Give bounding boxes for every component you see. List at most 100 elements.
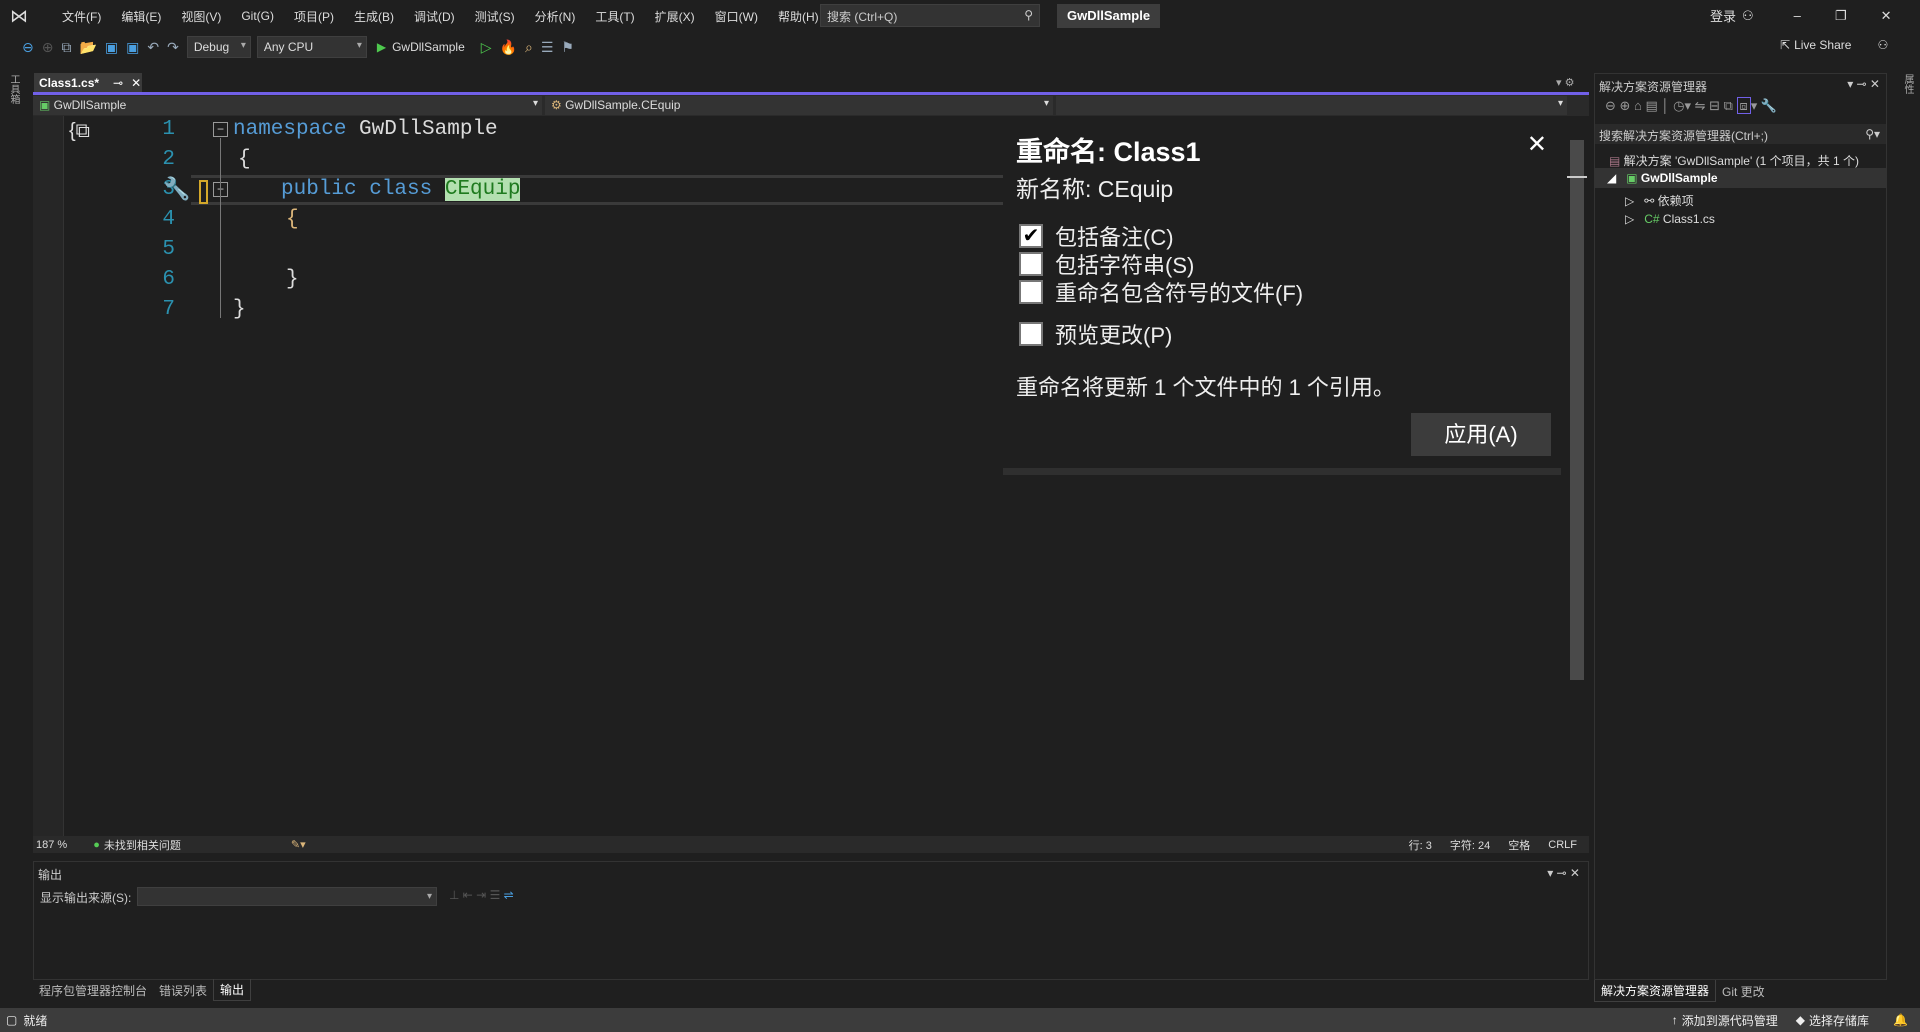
search-placeholder: 搜索解决方案资源管理器(Ctrl+;) — [1599, 129, 1768, 143]
member-dropdown[interactable]: ▾ — [1056, 96, 1567, 115]
menu-item[interactable]: 工具(T) — [595, 8, 634, 25]
bookmark-icon[interactable]: ⚑ — [561, 39, 574, 56]
close-window-button[interactable]: ✕ — [1881, 8, 1892, 24]
menu-item[interactable]: 生成(B) — [354, 8, 394, 25]
cleanup-icon[interactable]: ✎▾ — [291, 838, 306, 851]
output-source-select[interactable] — [137, 887, 437, 906]
tree-class1[interactable]: ▷ C# Class1.cs — [1625, 212, 1715, 226]
config-value: Debug — [193, 40, 230, 54]
line-number: 1 — [162, 118, 175, 141]
run-without-debug-icon[interactable]: ▷ — [481, 39, 492, 56]
type-dropdown[interactable]: ⚙ GwDllSample.CEquip ▾ — [545, 96, 1053, 115]
menu-item[interactable]: 编辑(E) — [121, 8, 161, 25]
new-project-icon[interactable]: ⧉ — [61, 39, 71, 56]
namespace-name: GwDllSample — [346, 118, 498, 141]
checkbox-unchecked[interactable] — [1019, 322, 1043, 346]
run-target-button[interactable]: GwDllSample — [392, 40, 465, 54]
maximize-button[interactable]: ❐ — [1835, 8, 1847, 24]
project-dropdown[interactable]: ▣ GwDllSample ▾ — [33, 96, 542, 115]
save-icon[interactable]: ▣ — [105, 39, 118, 56]
tab-class1[interactable]: Class1.cs* ⊸ ✕ — [34, 73, 142, 93]
add-source-control-button[interactable]: 添加到源代码管理 — [1682, 1012, 1778, 1029]
csharp-file-icon: C# — [1644, 212, 1663, 226]
dependencies-icon: ⚯ — [1644, 194, 1658, 208]
preview-changes-checkbox[interactable]: 预览更改(P) — [1019, 318, 1172, 350]
vertical-scrollbar[interactable] — [1567, 116, 1587, 836]
rename-summary: 重命名将更新 1 个文件中的 1 个引用。 — [1016, 375, 1395, 400]
config-select[interactable]: Debug — [186, 36, 251, 58]
panel-controls[interactable]: ▾ ⊸ ✕ — [1847, 77, 1880, 91]
tab-git-changes[interactable]: Git 更改 — [1716, 981, 1771, 1002]
pin-icon[interactable]: ⊸ — [113, 76, 123, 90]
rename-file-checkbox[interactable]: 重命名包含符号的文件(F) — [1019, 276, 1303, 308]
line-number: 5 — [162, 238, 175, 261]
indent-indicator[interactable]: 空格 — [1508, 837, 1530, 853]
menu-item[interactable]: 测试(S) — [475, 8, 515, 25]
tree-solution[interactable]: ▤ 解决方案 'GwDllSample' (1 个项目，共 1 个) — [1609, 152, 1859, 169]
menu-item[interactable]: 视图(V) — [181, 8, 221, 25]
code-line-1: namespace GwDllSample — [233, 118, 498, 141]
issues-ok-icon: ● — [93, 838, 100, 851]
open-icon[interactable]: 📂 — [79, 39, 96, 56]
select-repo-button[interactable]: 选择存储库 — [1809, 1012, 1869, 1029]
output-title: 输出 — [38, 868, 63, 882]
forward-icon[interactable]: ⊕ — [42, 39, 54, 56]
platform-select[interactable]: Any CPU — [256, 36, 367, 58]
output-toolbar-icons[interactable]: ⊥ ⇤ ⇥ ☰ ⇌ — [449, 888, 514, 902]
code-line-4: { — [286, 208, 299, 231]
code-line-2: { — [238, 148, 251, 171]
live-share-button[interactable]: ⇱ Live Share ⚇ — [1780, 38, 1888, 52]
menu-item[interactable]: 文件(F) — [62, 8, 101, 25]
comment-icon[interactable]: ☰ — [541, 39, 554, 56]
notification-bell-icon[interactable]: 🔔 — [1893, 1013, 1908, 1027]
close-dialog-button[interactable]: ✕ — [1527, 130, 1547, 159]
close-tab-icon[interactable]: ✕ — [131, 76, 141, 90]
collapse-namespace-icon[interactable]: − — [213, 122, 228, 137]
search-input[interactable]: 搜索 (Ctrl+Q) ⚲ — [820, 4, 1040, 27]
tree-project[interactable]: ◢ ▣ GwDllSample — [1595, 168, 1886, 188]
redo-icon[interactable]: ↷ — [167, 39, 179, 56]
hot-reload-icon[interactable]: 🔥 — [500, 39, 517, 56]
zoom-level[interactable]: 187 % — [36, 839, 67, 851]
rename-field[interactable]: CEquip — [444, 178, 521, 201]
panel-controls[interactable]: ▾ ⊸ ✕ — [1547, 866, 1580, 880]
minimize-button[interactable]: – — [1794, 8, 1801, 23]
run-icon[interactable]: ▶ — [377, 40, 386, 54]
find-icon[interactable]: ⌕ — [525, 39, 533, 56]
properties-strip[interactable]: 属性 — [1892, 62, 1920, 1008]
apply-button[interactable]: 应用(A) — [1411, 413, 1551, 456]
scroll-thumb[interactable] — [1570, 140, 1584, 680]
feedback-icon[interactable]: ⚇ — [1877, 38, 1888, 52]
caret-marker — [1567, 176, 1587, 178]
menu-item[interactable]: 分析(N) — [535, 8, 576, 25]
quick-action-screwdriver-icon[interactable]: 🔧 — [163, 176, 190, 202]
tab-package-manager[interactable]: 程序包管理器控制台 — [33, 980, 153, 1001]
login-link[interactable]: 登录 — [1710, 6, 1736, 25]
menu-item[interactable]: Git(G) — [241, 9, 274, 23]
tab-solution-explorer[interactable]: 解决方案资源管理器 — [1594, 980, 1717, 1002]
menu-item[interactable]: 扩展(X) — [655, 8, 695, 25]
toolbox-strip[interactable]: 工具箱 — [0, 62, 27, 1008]
checkbox-unchecked[interactable] — [1019, 252, 1043, 276]
save-all-icon[interactable]: ▣ — [126, 39, 139, 56]
menu-item[interactable]: 窗口(W) — [715, 8, 758, 25]
tree-dependencies[interactable]: ▷ ⚯ 依赖项 — [1625, 192, 1694, 209]
undo-icon[interactable]: ↶ — [147, 39, 159, 56]
back-icon[interactable]: ⊖ — [22, 39, 34, 56]
tab-error-list[interactable]: 错误列表 — [153, 980, 213, 1001]
checkbox-checked[interactable]: ✔ — [1019, 224, 1043, 248]
menu-item[interactable]: 调试(D) — [414, 8, 455, 25]
solution-search-input[interactable]: 搜索解决方案资源管理器(Ctrl+;) ⚲▾ — [1595, 124, 1886, 144]
menu-item[interactable]: 帮助(H) — [778, 8, 819, 25]
tab-overflow-icon[interactable]: ▾ ⚙ — [1556, 76, 1574, 89]
menu-item[interactable]: 项目(P) — [294, 8, 334, 25]
editor-status-bar: 187 % ● 未找到相关问题 ✎▾ 行: 3 字符: 24 空格 CRLF — [33, 836, 1589, 853]
eol-indicator[interactable]: CRLF — [1548, 839, 1577, 851]
checkbox-unchecked[interactable] — [1019, 280, 1043, 304]
bottom-tabs: 程序包管理器控制台 错误列表 输出 — [33, 979, 252, 1001]
tab-output[interactable]: 输出 — [213, 979, 252, 1001]
toolbox-tab[interactable]: 工具箱 — [6, 74, 21, 104]
issues-status[interactable]: 未找到相关问题 — [104, 837, 181, 853]
properties-tab[interactable]: 属性 — [1900, 74, 1915, 94]
solution-explorer-toolbar[interactable]: ⊖ ⊕ ⌂ ▤ │ ◷▾ ⇋ ⊟ ⧉ ⧈ ▾ 🔧 — [1605, 97, 1777, 114]
